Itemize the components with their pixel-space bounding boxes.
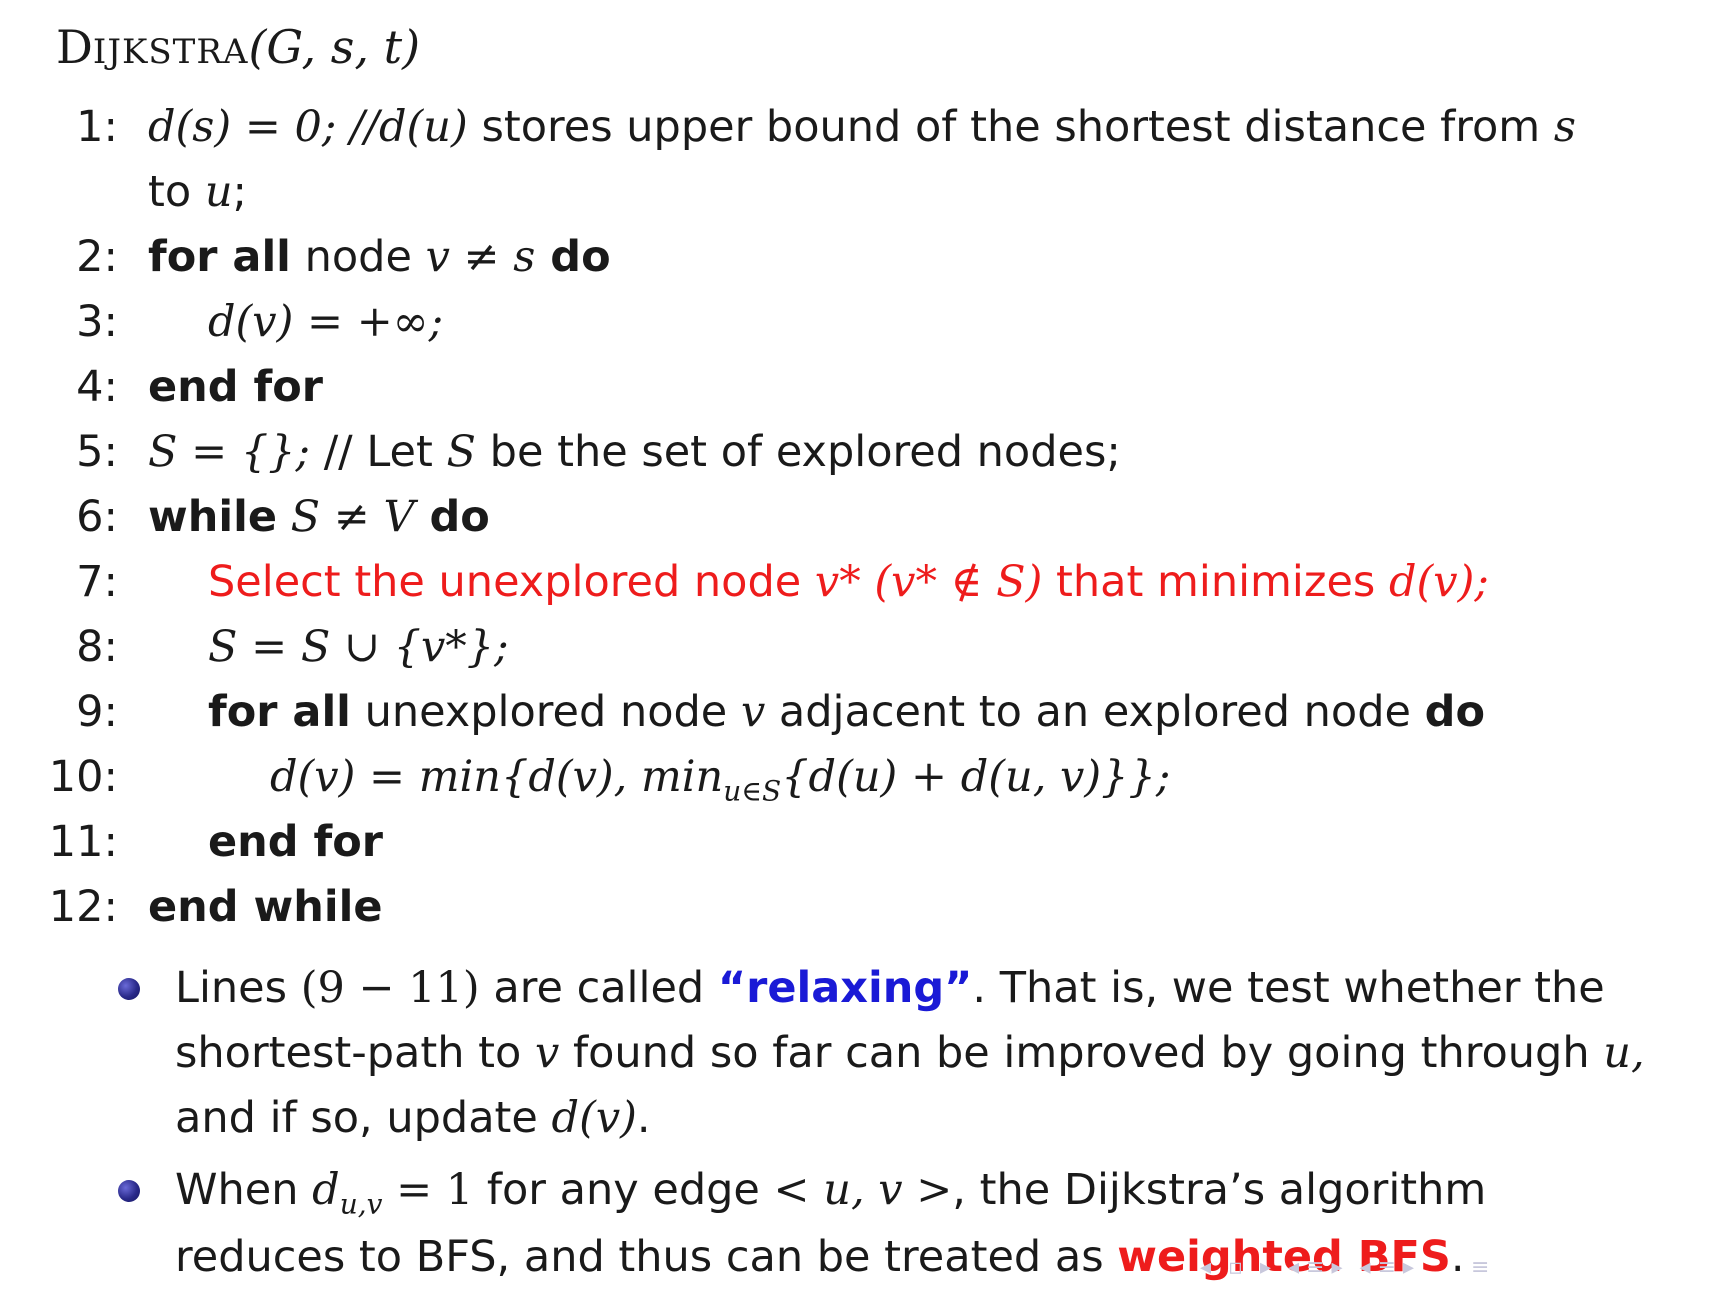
line-code: for all unexplored node v adjacent to an… (208, 684, 1485, 740)
math-var: u (204, 167, 233, 217)
math-expr: S ≠ V (276, 492, 415, 542)
punct: ; (232, 167, 248, 217)
text: . That is, we test whether the (972, 963, 1605, 1013)
math-expr: (v* ∉ S) (860, 557, 1043, 607)
line-number: 5: (76, 427, 118, 477)
line-number: 8: (76, 622, 118, 672)
text: are called (479, 963, 718, 1013)
math-expr: d(v) (551, 1093, 637, 1143)
bullet-icon (118, 978, 140, 1000)
line-number: 7: (76, 557, 118, 607)
math-expr: S = S ∪ {v*}; (208, 622, 509, 672)
line-code: while S ≠ V do (148, 489, 490, 545)
nav-frame-icon[interactable]: ▫ (1228, 1255, 1243, 1280)
math-var: v* (814, 557, 861, 607)
nav-right-arrow-icon[interactable]: ▸ (1260, 1255, 1271, 1280)
text: When (175, 1165, 313, 1215)
math-var: S (446, 427, 476, 477)
math-expr: d(v) = +∞; (208, 297, 444, 347)
algorithm-title: DIJKSTRA(G, s, t) (56, 20, 420, 74)
math-expr: d(v); (1388, 557, 1489, 607)
line-number: 10: (48, 752, 118, 802)
math-expr: {d(u) + d(u, v)}}; (781, 752, 1171, 802)
highlight-term: “relaxing” (717, 963, 973, 1013)
text: Lines (175, 963, 301, 1013)
keyword: end for (208, 817, 383, 867)
comment-text: be the set of explored nodes; (476, 427, 1121, 477)
text: adjacent to an explored node (765, 687, 1425, 737)
text: node (290, 232, 426, 282)
text: reduces to BFS, and thus can be treated … (175, 1232, 1118, 1282)
line-code-cont: to u; (148, 164, 247, 220)
math-var: v (535, 1028, 560, 1078)
math-expr: = 1 (382, 1165, 474, 1215)
title-smallcaps: IJKSTRA (92, 32, 249, 72)
text: and if so, update (175, 1093, 552, 1143)
line-code: d(v) = min{d(v), minu∈S{d(u) + d(u, v)}}… (270, 749, 1170, 820)
math-expr: < u, v > (773, 1165, 953, 1215)
keyword: for all (148, 232, 291, 282)
keyword: do (1424, 687, 1485, 737)
comment-text: stores upper bound of the shortest dista… (467, 102, 1554, 152)
bullet-icon (118, 1180, 140, 1202)
math-expr: d(v) = min{d(v), min (270, 752, 724, 802)
keyword: end while (148, 882, 383, 932)
math-subscript: u,v (339, 1187, 383, 1221)
keyword: do (535, 232, 611, 282)
line-code-highlighted: Select the unexplored node v* (v* ∉ S) t… (208, 554, 1489, 610)
keyword: do (414, 492, 490, 542)
line-number: 9: (76, 687, 118, 737)
line-number: 1: (76, 102, 118, 152)
text: for any edge (473, 1165, 774, 1215)
line-code: d(s) = 0; //d(u) stores upper bound of t… (148, 99, 1576, 155)
keyword: while (148, 492, 277, 542)
line-code: for all node v ≠ s do (148, 229, 611, 285)
keyword: end for (148, 362, 323, 412)
keyword: for all (208, 687, 351, 737)
line-number: 4: (76, 362, 118, 412)
punct: . (636, 1093, 651, 1143)
bullet-line: shortest-path to v found so far can be i… (175, 1021, 1645, 1086)
math-expr: d(s) = 0; //d(u) (148, 102, 468, 152)
text: , the Dijkstra’s algorithm (952, 1165, 1487, 1215)
text: Select the unexplored node (208, 557, 815, 607)
bullet-line: and if so, update d(v). (175, 1086, 651, 1151)
nav-subsection-icon[interactable]: ◂ ≡ ▸ (1360, 1255, 1415, 1280)
line-number: 11: (48, 817, 118, 867)
math-expr: v ≠ s (425, 232, 536, 282)
line-number: 6: (76, 492, 118, 542)
math-expr: (9 − 11) (300, 963, 480, 1013)
comment-text: // Let (310, 427, 447, 477)
math-var: v (740, 687, 766, 737)
math-var: u, (1603, 1028, 1645, 1078)
math-var: s (1553, 102, 1576, 152)
line-number: 2: (76, 232, 118, 282)
text: that minimizes (1042, 557, 1389, 607)
math-var: d (312, 1165, 340, 1215)
line-number: 12: (48, 882, 118, 932)
nav-section-icon[interactable]: ◂ ≡ ▸ (1288, 1255, 1343, 1280)
nav-left-arrow-icon[interactable]: ◂ (1200, 1255, 1211, 1280)
nav-menu-icon[interactable]: ≡ (1471, 1255, 1489, 1280)
text: shortest-path to (175, 1028, 535, 1078)
line-number: 3: (76, 297, 118, 347)
beamer-navigation: ◂ ▫ ▸ ◂ ≡ ▸ ◂ ≡ ▸ ≡ (1200, 1255, 1499, 1285)
math-subscript: u∈S (723, 774, 782, 808)
text: found so far can be improved by going th… (559, 1028, 1604, 1078)
line-code: S = {}; // Let S be the set of explored … (148, 424, 1121, 480)
bullet-line: Lines (9 − 11) are called “relaxing”. Th… (175, 956, 1605, 1021)
math-expr: S = {}; (148, 427, 311, 477)
comment-text: to (148, 167, 205, 217)
title-args: (G, s, t) (248, 20, 421, 74)
title-initial: D (56, 20, 93, 74)
text: unexplored node (350, 687, 741, 737)
